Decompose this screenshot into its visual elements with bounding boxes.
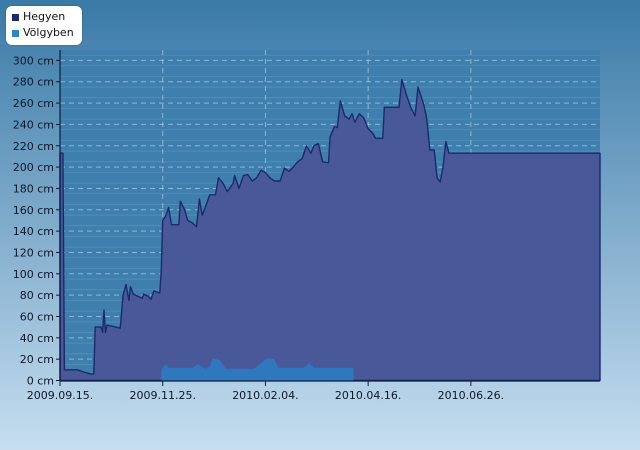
y-tick-label: 240 cm	[13, 118, 54, 131]
y-tick-label: 160 cm	[13, 204, 54, 217]
x-tick-label: 2009.09.15.	[27, 389, 93, 402]
y-tick-label: 300 cm	[13, 54, 54, 67]
y-tick-label: 180 cm	[13, 182, 54, 195]
y-tick-label: 60 cm	[20, 310, 54, 323]
legend-label-hegyen: Hegyen	[23, 10, 66, 23]
snow-depth-chart: 0 cm 20 cm 40 cm 60 cm 80 cm 100 cm 120 cm 140 …	[0, 0, 640, 450]
y-tick-label: 120 cm	[13, 246, 54, 259]
y-tick-label: 40 cm	[20, 332, 54, 345]
legend-label-volgyben: Völgyben	[23, 26, 74, 39]
y-tick-label: 280 cm	[13, 76, 54, 89]
x-tick-label: 2010.06.26.	[438, 389, 504, 402]
x-tick-label: 2010.02.04.	[232, 389, 298, 402]
y-tick-label: 0 cm	[27, 375, 54, 388]
chart-canvas: 0 cm 20 cm 40 cm 60 cm 80 cm 100 cm 120 cm 140 …	[0, 0, 640, 450]
legend-item-volgyben[interactable]: Völgyben	[12, 25, 74, 41]
legend-item-hegyen[interactable]: Hegyen	[12, 9, 74, 25]
x-tick-label: 2009.11.25.	[129, 389, 195, 402]
y-tick-label: 200 cm	[13, 161, 54, 174]
y-tick-label: 20 cm	[20, 353, 54, 366]
legend-swatch-hegyen	[12, 13, 19, 21]
legend-swatch-volgyben	[12, 29, 19, 37]
y-tick-label: 220 cm	[13, 140, 54, 153]
y-tick-label: 100 cm	[13, 268, 54, 281]
y-tick-label: 80 cm	[20, 289, 54, 302]
y-tick-label: 140 cm	[13, 225, 54, 238]
y-tick-label: 260 cm	[13, 97, 54, 110]
x-tick-label: 2010.04.16.	[335, 389, 401, 402]
legend: Hegyen Völgyben	[6, 6, 82, 45]
